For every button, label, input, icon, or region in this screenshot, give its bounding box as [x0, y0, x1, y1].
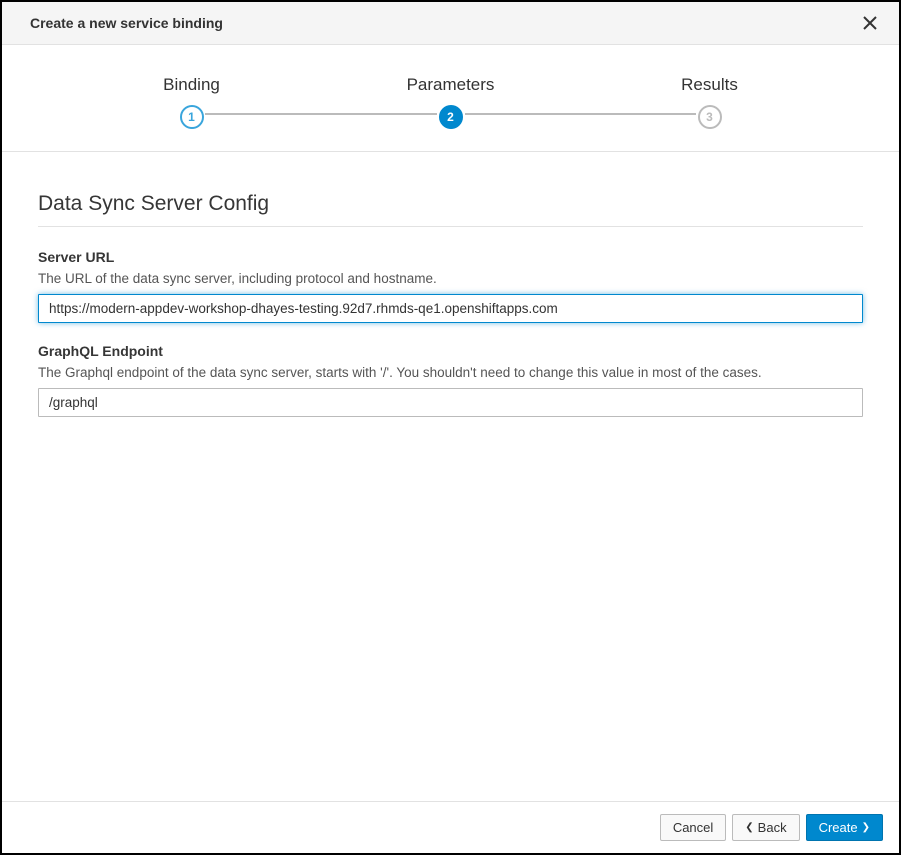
graphql-input[interactable] [38, 388, 863, 417]
close-icon[interactable] [861, 14, 879, 32]
step-label: Results [681, 75, 738, 95]
chevron-right-icon: ❯ [862, 822, 870, 833]
modal-body: Data Sync Server Config Server URL The U… [2, 152, 899, 801]
modal-header: Create a new service binding [2, 2, 899, 45]
server-url-input[interactable] [38, 294, 863, 323]
step-connector [205, 113, 436, 115]
step-results[interactable]: Results 3 [580, 75, 839, 129]
create-button[interactable]: Create ❯ [806, 814, 883, 841]
section-title: Data Sync Server Config [38, 192, 863, 227]
modal-title: Create a new service binding [30, 15, 223, 31]
create-button-label: Create [819, 820, 858, 835]
step-binding[interactable]: Binding 1 [62, 75, 321, 129]
cancel-button[interactable]: Cancel [660, 814, 726, 841]
wizard-steps: Binding 1 Parameters 2 Results 3 [2, 45, 899, 152]
graphql-label: GraphQL Endpoint [38, 343, 863, 359]
back-button-label: Back [758, 820, 787, 835]
chevron-left-icon: ❮ [745, 822, 753, 833]
step-connector [465, 113, 696, 115]
step-label: Binding [163, 75, 220, 95]
server-url-label: Server URL [38, 249, 863, 265]
step-circle: 1 [180, 105, 204, 129]
form-group-server-url: Server URL The URL of the data sync serv… [38, 249, 863, 323]
server-url-hint: The URL of the data sync server, includi… [38, 271, 863, 286]
modal-footer: Cancel ❮ Back Create ❯ [2, 801, 899, 853]
back-button[interactable]: ❮ Back [732, 814, 799, 841]
step-circle: 3 [698, 105, 722, 129]
step-parameters[interactable]: Parameters 2 [321, 75, 580, 129]
graphql-hint: The Graphql endpoint of the data sync se… [38, 365, 863, 380]
step-circle: 2 [439, 105, 463, 129]
step-label: Parameters [407, 75, 495, 95]
form-group-graphql: GraphQL Endpoint The Graphql endpoint of… [38, 343, 863, 417]
